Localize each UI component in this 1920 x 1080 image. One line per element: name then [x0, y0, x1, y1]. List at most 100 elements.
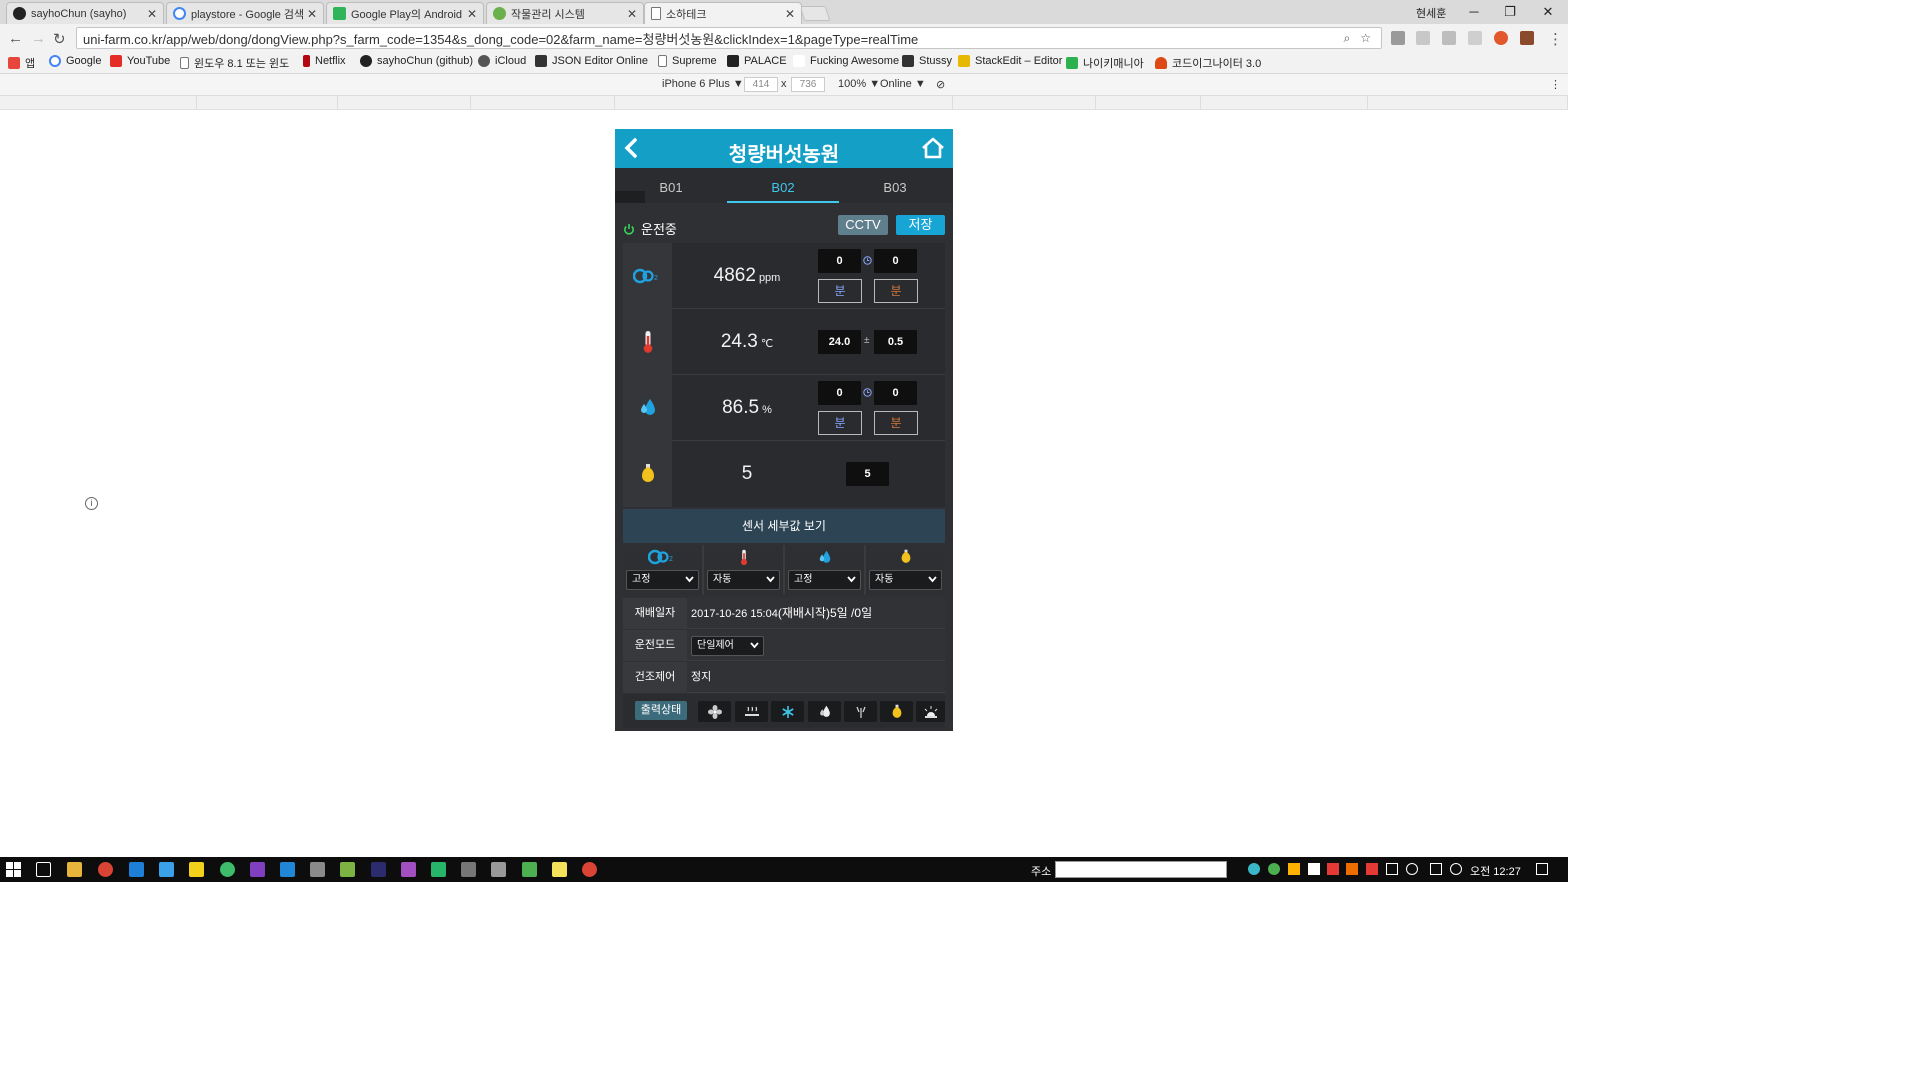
site-info-icon[interactable]: i: [85, 497, 98, 510]
bookmark-json-editor[interactable]: JSON Editor Online: [535, 55, 648, 67]
browser-tab-google-play[interactable]: Google Play의 Android ✕: [326, 2, 484, 24]
extension-icon[interactable]: [1468, 31, 1482, 45]
extension-icon[interactable]: [1520, 31, 1534, 45]
extension-icon[interactable]: [1416, 31, 1430, 45]
device-width-input[interactable]: 414: [744, 77, 778, 92]
close-tab-icon[interactable]: ✕: [147, 7, 157, 21]
sticky-notes-icon[interactable]: [552, 862, 567, 877]
intellij-icon[interactable]: [371, 862, 386, 877]
humidity-minute-b[interactable]: 분: [874, 411, 918, 435]
co2-setpoint-a[interactable]: 0: [818, 249, 861, 273]
tab-b02[interactable]: B02: [727, 168, 839, 203]
co2-setpoint-b[interactable]: 0: [874, 249, 917, 273]
profile-name[interactable]: 현세훈: [1416, 5, 1446, 21]
bookmark-github[interactable]: sayhoChun (github): [360, 55, 473, 67]
bookmark-supreme[interactable]: Supreme: [658, 55, 717, 67]
sprinkler-output-button[interactable]: [844, 701, 877, 722]
edge-icon[interactable]: [129, 862, 144, 877]
app-icon[interactable]: [220, 862, 235, 877]
tray-app-icon[interactable]: [1450, 863, 1462, 875]
bookmark-codeigniter[interactable]: 코드이그나이터 3.0: [1155, 55, 1261, 71]
tray-app-icon[interactable]: [1366, 863, 1378, 875]
vscode-icon[interactable]: [280, 862, 295, 877]
tray-app-icon[interactable]: [1327, 863, 1339, 875]
minimize-icon[interactable]: ─: [1456, 2, 1492, 22]
kakaotalk-icon[interactable]: [189, 862, 204, 877]
volume-icon[interactable]: [1406, 863, 1418, 875]
address-bar[interactable]: i uni-farm.co.kr/app/web/dong/dongView.p…: [76, 27, 1382, 510]
light-mode-select[interactable]: 자동: [869, 570, 942, 590]
task-view-icon[interactable]: [36, 862, 51, 877]
temperature-deviation[interactable]: 0.5: [874, 330, 917, 354]
visual-studio-icon[interactable]: [250, 862, 265, 877]
heater-output-button[interactable]: [735, 701, 768, 722]
cooler-output-button[interactable]: [771, 701, 804, 722]
chrome-icon[interactable]: [98, 862, 113, 877]
back-arrow-icon[interactable]: ←: [8, 30, 23, 47]
co2-minute-a[interactable]: 분: [818, 279, 862, 303]
bookmark-nikemania[interactable]: 나이키매니아: [1066, 55, 1144, 71]
bookmark-youtube[interactable]: YouTube: [110, 55, 170, 67]
temperature-mode-select[interactable]: 자동: [707, 570, 780, 590]
humidifier-output-button[interactable]: [808, 701, 841, 722]
alarm-output-button[interactable]: [916, 701, 945, 722]
device-select[interactable]: iPhone 6 Plus ▼: [662, 78, 744, 90]
close-tab-icon[interactable]: ✕: [627, 7, 637, 21]
extension-icon[interactable]: [1494, 31, 1508, 45]
save-button[interactable]: 저장: [896, 215, 945, 235]
android-studio-icon[interactable]: [340, 862, 355, 877]
bookmark-stackedit[interactable]: StackEdit – Editor: [958, 55, 1062, 67]
operation-mode-select[interactable]: 단일제어: [691, 636, 764, 656]
notification-icon[interactable]: [1536, 863, 1548, 875]
app-icon[interactable]: [310, 862, 325, 877]
tray-app-icon[interactable]: [1308, 863, 1320, 875]
humidity-mode-select[interactable]: 고정: [788, 570, 861, 590]
bookmark-stussy[interactable]: Stussy: [902, 55, 952, 67]
url-text[interactable]: uni-farm.co.kr/app/web/dong/dongView.php…: [83, 29, 1344, 48]
phpstorm-icon[interactable]: [401, 862, 416, 877]
light-setpoint[interactable]: 5: [846, 462, 889, 486]
sensor-detail-button[interactable]: 센서 세부값 보기: [623, 509, 945, 543]
light-output-button[interactable]: [880, 701, 913, 722]
new-tab-button[interactable]: [799, 6, 831, 21]
tray-app-icon[interactable]: [1346, 863, 1358, 875]
close-tab-icon[interactable]: ✕: [307, 7, 317, 21]
device-height-input[interactable]: 736: [791, 77, 825, 92]
humidity-minute-a[interactable]: 분: [818, 411, 862, 435]
restore-icon[interactable]: ❐: [1492, 2, 1528, 22]
bookmark-windows[interactable]: 윈도우 8.1 또는 윈도: [180, 55, 289, 71]
co2-mode-select[interactable]: 고정: [626, 570, 699, 590]
home-icon[interactable]: [921, 136, 945, 160]
browser-tab-crop-system[interactable]: 작물관리 시스템 ✕: [486, 2, 644, 24]
extension-icon[interactable]: [1442, 31, 1456, 45]
tray-app-icon[interactable]: [1248, 863, 1260, 875]
browser-tab-sohatech[interactable]: 소하테크 ✕: [644, 2, 802, 24]
close-tab-icon[interactable]: ✕: [467, 7, 477, 21]
humidity-setpoint-a[interactable]: 0: [818, 381, 861, 405]
bookmark-fucking-awesome[interactable]: Fucking Awesome: [793, 55, 899, 67]
network-icon[interactable]: [1386, 863, 1398, 875]
cctv-button[interactable]: CCTV: [838, 215, 888, 235]
tab-b03[interactable]: B03: [839, 168, 951, 203]
fan-output-button[interactable]: [698, 701, 731, 722]
bookmark-netflix[interactable]: Netflix: [303, 55, 346, 67]
temperature-setpoint[interactable]: 24.0: [818, 330, 861, 354]
menu-kebab-icon[interactable]: ⋮: [1548, 30, 1563, 48]
windows-start-icon[interactable]: [6, 862, 21, 877]
tray-app-icon[interactable]: [1288, 863, 1300, 875]
bookmark-palace[interactable]: PALACE: [727, 55, 787, 67]
bookmark-star-icon[interactable]: ☆: [1360, 31, 1371, 45]
close-window-icon[interactable]: ✕: [1530, 2, 1566, 22]
internet-explorer-icon[interactable]: [159, 862, 174, 877]
bookmark-google[interactable]: Google: [49, 55, 101, 67]
tab-b01[interactable]: B01: [615, 168, 727, 203]
extension-icon[interactable]: [1391, 31, 1405, 45]
app-icon[interactable]: [522, 862, 537, 877]
rotate-icon[interactable]: ⊘: [936, 78, 945, 91]
bookmark-apps[interactable]: 앱: [8, 55, 35, 71]
app-icon[interactable]: [491, 862, 506, 877]
chrome-icon[interactable]: [582, 862, 597, 877]
tray-app-icon[interactable]: [1268, 863, 1280, 875]
network-select[interactable]: Online ▼: [880, 78, 926, 90]
file-explorer-icon[interactable]: [67, 862, 82, 877]
